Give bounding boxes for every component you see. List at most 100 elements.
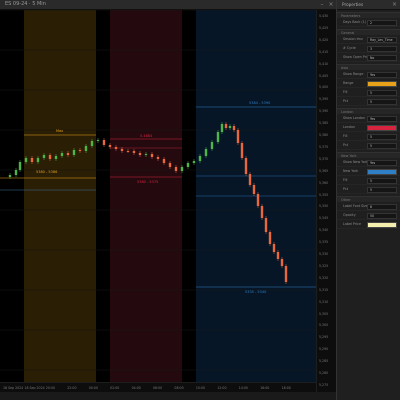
candle-body bbox=[8, 175, 12, 177]
time-axis[interactable]: 18 Sep 2024 18 Sep 2024 20:00 22:00 00:00 02:… bbox=[0, 382, 316, 392]
candle-body bbox=[210, 142, 214, 149]
candle-body bbox=[84, 146, 88, 151]
candle-body bbox=[284, 266, 288, 282]
candle-body bbox=[132, 151, 136, 153]
property-label: Fill bbox=[343, 178, 348, 182]
property-label: Label Price bbox=[343, 222, 361, 226]
candle-body bbox=[228, 126, 232, 128]
candle-body bbox=[186, 163, 190, 167]
property-value-field[interactable]: 6 bbox=[367, 203, 397, 210]
time-tick-label: 06:00 bbox=[153, 386, 163, 390]
price-tick-label: 5,345 bbox=[319, 216, 329, 221]
price-tick-label: 5,360 bbox=[319, 180, 329, 185]
property-value-field[interactable]: 2 bbox=[367, 19, 397, 26]
property-value-field[interactable]: Yes bbox=[367, 115, 397, 122]
property-row: Label Font Size 6 bbox=[337, 202, 400, 211]
property-label: Show New York bbox=[343, 160, 369, 164]
london-high-label: 5.4884 bbox=[140, 134, 153, 138]
candle-body bbox=[162, 159, 166, 163]
property-label: New York bbox=[343, 169, 359, 173]
property-row: Pct 5 bbox=[337, 185, 400, 194]
time-tick-label: 04:00 bbox=[131, 386, 141, 390]
property-row: London bbox=[337, 123, 400, 132]
price-tick-label: 5,300 bbox=[319, 323, 329, 328]
property-value-field[interactable]: 5 bbox=[367, 142, 397, 149]
price-tick-label: 5,340 bbox=[319, 228, 329, 233]
property-value-field[interactable]: 5 bbox=[367, 133, 397, 140]
candle-body bbox=[24, 158, 28, 162]
property-row: Pct 5 bbox=[337, 141, 400, 150]
candle-body bbox=[216, 132, 220, 142]
candle-body bbox=[268, 232, 272, 244]
property-row: Range bbox=[337, 79, 400, 88]
property-value-field[interactable]: 5 bbox=[367, 89, 397, 96]
property-value-field[interactable]: Yes bbox=[367, 159, 397, 166]
color-swatch[interactable] bbox=[367, 124, 397, 131]
price-tick-label: 5,355 bbox=[319, 192, 329, 197]
candle-body bbox=[42, 155, 46, 158]
candle-body bbox=[232, 126, 236, 130]
properties-header: Properties × bbox=[337, 0, 400, 10]
time-tick-label: 18 Sep 2024 bbox=[24, 386, 45, 390]
property-value-field[interactable]: No bbox=[367, 54, 397, 61]
asia-session-zone bbox=[24, 10, 96, 393]
property-label: Days Back (1) bbox=[343, 20, 366, 24]
property-label: Session tmz bbox=[343, 37, 363, 41]
price-tick-label: 5,275 bbox=[319, 382, 329, 387]
property-value-field[interactable]: Yes bbox=[367, 71, 397, 78]
candle-body bbox=[126, 151, 130, 152]
price-tick-label: 5,415 bbox=[319, 49, 329, 54]
close-panel-button[interactable]: × bbox=[392, 1, 397, 8]
asia-high-label: Max bbox=[56, 129, 64, 133]
price-tick-label: 5,425 bbox=[319, 25, 329, 30]
property-label: Pct bbox=[343, 99, 349, 103]
time-tick-label: 16:00 bbox=[260, 386, 270, 390]
candle-body bbox=[30, 158, 34, 162]
property-row: Fill 5 bbox=[337, 132, 400, 141]
property-row: Days Back (1) 2 bbox=[337, 18, 400, 27]
property-value-field[interactable]: Ray_Lev_Time bbox=[367, 36, 397, 43]
candle-body bbox=[14, 170, 18, 175]
time-tick-label: 20:00 bbox=[45, 386, 56, 390]
chart-canvas[interactable]: 5,341 bbox=[0, 10, 316, 393]
price-tick-label: 5,400 bbox=[319, 85, 329, 90]
property-row: Pct 5 bbox=[337, 97, 400, 106]
candle-body bbox=[78, 150, 82, 151]
price-tick-label: 5,290 bbox=[319, 347, 329, 352]
property-label: Pct bbox=[343, 187, 349, 191]
property-row: Show Open Price No bbox=[337, 53, 400, 62]
candle-body bbox=[236, 130, 240, 143]
property-value-field[interactable]: 5 bbox=[367, 186, 397, 193]
property-row: Show London Yes bbox=[337, 114, 400, 123]
price-tick-label: 5,335 bbox=[319, 240, 329, 245]
price-tick-label: 5,430 bbox=[319, 14, 329, 18]
close-chart-button[interactable]: × bbox=[327, 1, 335, 9]
candle-body bbox=[102, 140, 106, 145]
color-swatch[interactable] bbox=[367, 221, 397, 228]
candle-body bbox=[18, 162, 22, 170]
candle-body bbox=[66, 153, 70, 155]
property-value-field[interactable]: 50 bbox=[367, 212, 397, 219]
candle-body bbox=[54, 156, 58, 159]
property-row: Opacity 50 bbox=[337, 211, 400, 220]
time-tick-label: 18:00 bbox=[281, 386, 291, 390]
property-label: Fill bbox=[343, 134, 348, 138]
candle-body bbox=[150, 154, 154, 157]
price-axis[interactable]: 5,430 5,425 5,420 5,415 5,410 5,405 5,400 5,395… bbox=[316, 10, 336, 393]
candle-body bbox=[180, 167, 184, 171]
price-tick-label: 5,385 bbox=[319, 121, 329, 126]
price-chart[interactable]: 5,341 Max 5380 - 5386 5.4884 5380 - 5375… bbox=[0, 10, 316, 393]
property-label: Pct bbox=[343, 143, 349, 147]
property-value-field[interactable]: 5 bbox=[367, 177, 397, 184]
price-tick-label: 5,310 bbox=[319, 299, 329, 304]
property-value-field[interactable]: 5 bbox=[367, 98, 397, 105]
property-value-field[interactable]: 3 bbox=[367, 45, 397, 52]
minimize-button[interactable]: – bbox=[318, 1, 326, 9]
property-row: Label Price bbox=[337, 220, 400, 229]
color-swatch[interactable] bbox=[367, 168, 397, 175]
candle-body bbox=[280, 259, 284, 266]
candle-body bbox=[174, 167, 178, 171]
candle-body bbox=[90, 141, 94, 146]
candle-body bbox=[252, 185, 256, 194]
color-swatch[interactable] bbox=[367, 80, 397, 87]
